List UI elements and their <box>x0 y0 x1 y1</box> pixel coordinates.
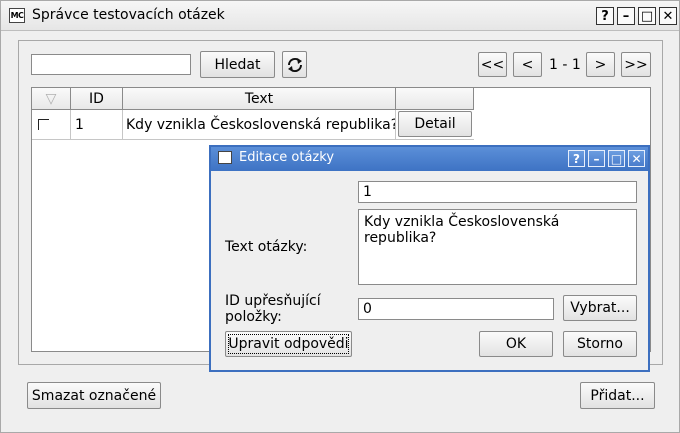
edit-answers-button[interactable]: Upravit odpovědi <box>225 331 352 357</box>
app-logo-icon: MC <box>9 8 25 23</box>
column-header-action <box>396 88 474 110</box>
dialog-maximize-button[interactable]: □ <box>608 150 625 167</box>
row-id: 1 <box>71 110 123 140</box>
dialog-help-button[interactable]: ? <box>568 150 585 167</box>
edit-question-dialog: MC Editace otázky ? – □ ✕ Text otázky: K… <box>209 145 650 372</box>
row-text: Kdy vznikla Československá republika? <box>123 110 396 140</box>
question-text-field[interactable]: Kdy vznikla Československá republika? <box>358 209 637 285</box>
page-indicator: 1 - 1 <box>549 57 581 73</box>
next-page-button[interactable]: > <box>586 52 615 77</box>
delete-selected-button[interactable]: Smazat označené <box>27 382 161 409</box>
ok-button[interactable]: OK <box>479 331 553 357</box>
search-button[interactable]: Hledat <box>200 51 275 78</box>
sort-icon[interactable]: ▽ <box>32 88 71 110</box>
column-header-text[interactable]: Text <box>123 88 396 110</box>
row-checkbox[interactable] <box>38 119 49 130</box>
window-title: Správce testovacích otázek <box>32 7 225 23</box>
dialog-logo-icon: MC <box>218 151 232 164</box>
help-button[interactable]: ? <box>596 7 614 25</box>
row-select-cell[interactable] <box>32 110 71 140</box>
prev-page-button[interactable]: < <box>513 52 542 77</box>
last-page-button[interactable]: >> <box>621 52 651 77</box>
ref-id-label-line1: ID upřesňující <box>225 293 321 309</box>
add-button[interactable]: Přidat... <box>580 382 655 409</box>
ref-id-field[interactable] <box>358 298 554 320</box>
select-button[interactable]: Vybrat... <box>563 295 637 321</box>
refresh-icon <box>287 57 302 72</box>
question-id-field[interactable] <box>358 181 637 203</box>
cancel-button[interactable]: Storno <box>563 331 637 357</box>
dialog-title: Editace otázky <box>239 150 335 165</box>
refresh-button[interactable] <box>282 51 307 78</box>
first-page-button[interactable]: << <box>478 52 507 77</box>
main-titlebar[interactable]: MC Správce testovacích otázek ? – □ ✕ <box>1 1 679 31</box>
search-input[interactable] <box>31 54 191 75</box>
maximize-button[interactable]: □ <box>638 7 656 25</box>
dialog-close-button[interactable]: ✕ <box>628 150 645 167</box>
question-text-label: Text otázky: <box>225 239 308 255</box>
ref-id-label-line2: položky: <box>225 309 282 325</box>
row-action-cell: Detail <box>396 110 474 140</box>
dialog-minimize-button[interactable]: – <box>588 150 605 167</box>
column-header-id[interactable]: ID <box>71 88 123 110</box>
close-button[interactable]: ✕ <box>659 7 677 25</box>
dialog-titlebar[interactable]: MC Editace otázky ? – □ ✕ <box>211 147 648 171</box>
minimize-button[interactable]: – <box>617 7 635 25</box>
detail-button[interactable]: Detail <box>398 111 472 137</box>
